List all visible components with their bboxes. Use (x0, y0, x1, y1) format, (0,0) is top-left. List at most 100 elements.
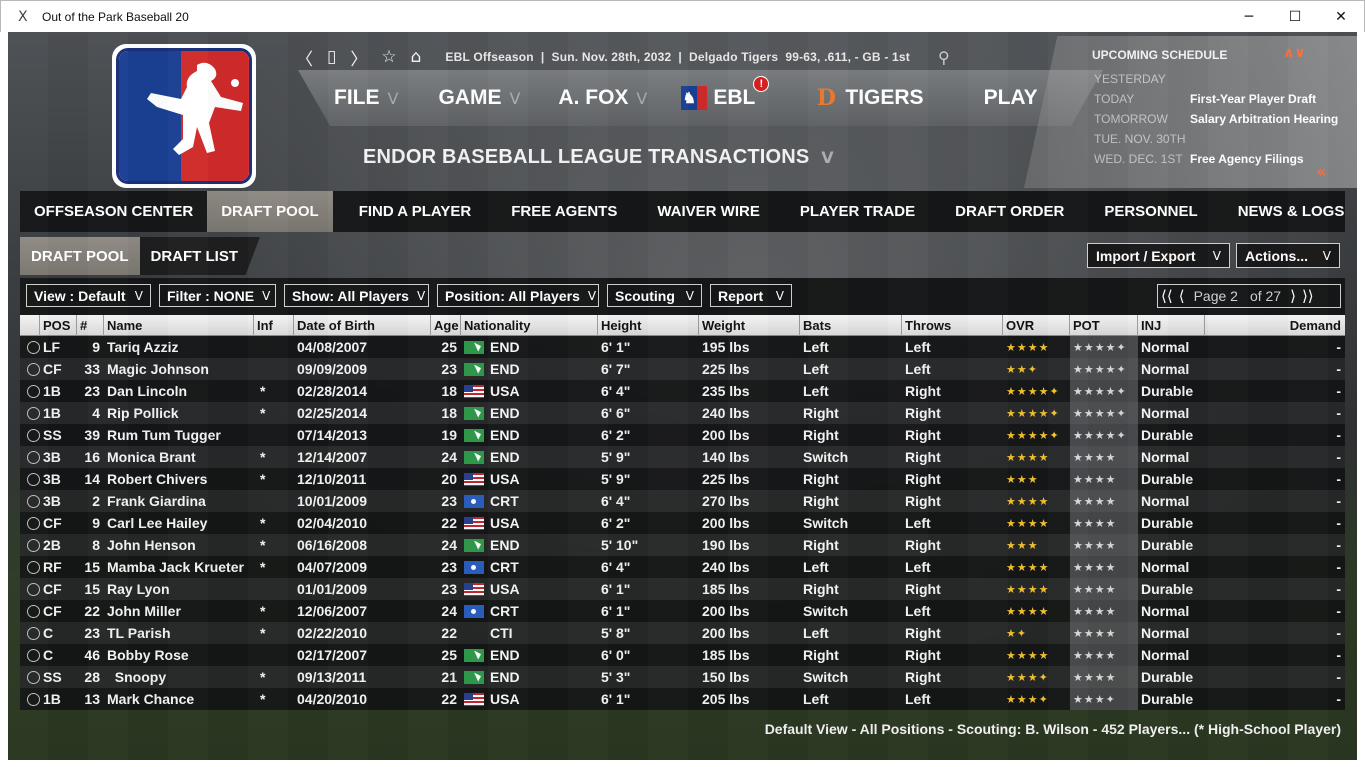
column-header-bats[interactable]: Bats (800, 314, 902, 336)
schedule-scroll-arrows[interactable]: ∧∨ (1283, 45, 1306, 61)
radio-icon[interactable] (27, 428, 40, 442)
filter-dropdown[interactable]: Filter : NONE V (159, 284, 276, 307)
row-select-radio[interactable] (20, 380, 40, 402)
table-row[interactable]: CF 9 Carl Lee Hailey * 02/04/2010 22 USA 6' 2" 2… (20, 512, 1345, 534)
report-dropdown[interactable]: Report V (710, 284, 792, 307)
column-header-height[interactable]: Height (598, 314, 699, 336)
table-row[interactable]: CF 33 Magic Johnson 09/09/2009 23 END 6' 7" 225… (20, 358, 1345, 380)
next-page-icon[interactable]: ⟩ (1287, 287, 1299, 305)
menu-team[interactable]: D TIGERS (813, 85, 924, 111)
row-select-radio[interactable] (20, 622, 40, 644)
row-select-radio[interactable] (20, 666, 40, 688)
cell-name[interactable]: Tariq Azziz (104, 336, 254, 358)
radio-icon[interactable] (27, 340, 40, 354)
radio-icon[interactable] (27, 516, 40, 530)
cell-name[interactable]: Rum Tum Tugger (104, 424, 254, 446)
column-header-num[interactable]: # (77, 314, 104, 336)
forward-icon[interactable]: 〉 (350, 45, 367, 70)
column-header-demand[interactable]: Demand (1205, 315, 1345, 336)
tab-waiver-wire[interactable]: WAIVER WIRE (643, 191, 774, 232)
radio-icon[interactable] (27, 604, 40, 618)
column-header-pos[interactable]: POS (40, 314, 77, 336)
cell-name[interactable]: Mamba Jack Krueter (104, 556, 254, 578)
subtab-draft-list[interactable]: DRAFT LIST (139, 237, 260, 275)
cell-name[interactable]: Carl Lee Hailey (104, 512, 254, 534)
radio-icon[interactable] (27, 406, 40, 420)
column-header-name[interactable]: Name (104, 314, 254, 336)
close-button[interactable]: ✕ (1318, 1, 1364, 33)
maximize-button[interactable]: ☐ (1272, 1, 1318, 33)
menu-file[interactable]: FILE V (334, 86, 398, 110)
cell-name[interactable]: John Miller (104, 600, 254, 622)
radio-icon[interactable] (27, 648, 40, 662)
cell-name[interactable]: Robert Chivers (104, 468, 254, 490)
search-icon[interactable]: ⚲ (938, 48, 950, 67)
last-page-icon[interactable]: ⟩⟩ (1299, 287, 1317, 305)
row-select-radio[interactable] (20, 688, 40, 710)
radio-icon[interactable] (27, 362, 40, 376)
radio-icon[interactable] (27, 538, 40, 552)
tab-personnel[interactable]: PERSONNEL (1090, 191, 1211, 232)
tab-find-a-player[interactable]: FIND A PLAYER (345, 191, 486, 232)
page-icon[interactable]: ▯ (327, 47, 336, 67)
show-dropdown[interactable]: Show: All Players V (284, 284, 429, 307)
column-header-ovr[interactable]: OVR (1003, 314, 1070, 336)
radio-icon[interactable] (27, 670, 40, 684)
column-header-inj[interactable]: INJ (1138, 314, 1205, 336)
radio-icon[interactable] (27, 494, 40, 508)
actions-button[interactable]: Actions... V (1236, 243, 1340, 268)
table-row[interactable]: C 23 TL Parish * 02/22/2010 22 CTI 5' 8" 200 lbs… (20, 622, 1345, 644)
alert-badge[interactable]: ! (753, 76, 770, 92)
table-row[interactable]: C 46 Bobby Rose 02/17/2007 25 END 6' 0" 185 lbs… (20, 644, 1345, 666)
row-select-radio[interactable] (20, 578, 40, 600)
radio-icon[interactable] (27, 472, 40, 486)
column-header-weight[interactable]: Weight (699, 314, 800, 336)
cell-name[interactable]: Magic Johnson (104, 358, 254, 380)
tab-offseason-center[interactable]: OFFSEASON CENTER (20, 191, 207, 232)
column-header-select[interactable] (20, 314, 40, 336)
column-header-nationality[interactable]: Nationality (461, 314, 598, 336)
row-select-radio[interactable] (20, 556, 40, 578)
radio-icon[interactable] (27, 384, 40, 398)
subtab-draft-pool[interactable]: DRAFT POOL (20, 237, 140, 275)
radio-icon[interactable] (27, 450, 40, 464)
table-row[interactable]: 1B 4 Rip Pollick * 02/25/2014 18 END 6' 6" 240 l… (20, 402, 1345, 424)
table-row[interactable]: 1B 13 Mark Chance * 04/20/2010 22 USA 6' 1" 205 … (20, 688, 1345, 710)
page-title[interactable]: ENDOR BASEBALL LEAGUE TRANSACTIONS V (363, 146, 834, 169)
tab-draft-pool[interactable]: DRAFT POOL (207, 191, 333, 232)
column-header-age[interactable]: Age (431, 314, 461, 336)
row-select-radio[interactable] (20, 490, 40, 512)
row-select-radio[interactable] (20, 336, 40, 358)
table-row[interactable]: RF 15 Mamba Jack Krueter * 04/07/2009 23 CRT 6'… (20, 556, 1345, 578)
menu-game[interactable]: GAME V (438, 86, 520, 110)
table-row[interactable]: CF 15 Ray Lyon 01/01/2009 23 USA 6' 1" 185 lbs R… (20, 578, 1345, 600)
menu-play[interactable]: PLAY (984, 86, 1038, 110)
menu-league[interactable]: ♞ EBL ! (681, 76, 770, 110)
column-header-inf[interactable]: Inf (254, 314, 294, 336)
cell-name[interactable]: Rip Pollick (104, 402, 254, 424)
table-row[interactable]: CF 22 John Miller * 12/06/2007 24 CRT 6' 1" 200 … (20, 600, 1345, 622)
row-select-radio[interactable] (20, 402, 40, 424)
row-select-radio[interactable] (20, 534, 40, 556)
column-header-dob[interactable]: Date of Birth (294, 314, 431, 336)
star-icon[interactable]: ☆ (381, 47, 396, 67)
radio-icon[interactable] (27, 626, 40, 640)
row-select-radio[interactable] (20, 600, 40, 622)
table-row[interactable]: 3B 14 Robert Chivers * 12/10/2011 20 USA 5' 9" 2… (20, 468, 1345, 490)
row-select-radio[interactable] (20, 446, 40, 468)
back-icon[interactable]: 〈 (296, 45, 313, 70)
cell-name[interactable]: Frank Giardina (104, 490, 254, 512)
import-export-button[interactable]: Import / Export V (1087, 243, 1230, 268)
minimize-button[interactable]: ─ (1226, 1, 1272, 33)
row-select-radio[interactable] (20, 424, 40, 446)
cell-name[interactable]: Mark Chance (104, 688, 254, 710)
cell-name[interactable]: Dan Lincoln (104, 380, 254, 402)
cell-name[interactable]: Bobby Rose (104, 644, 254, 666)
table-row[interactable]: LF 9 Tariq Azziz 04/08/2007 25 END 6' 1" 195 lb… (20, 336, 1345, 358)
tab-free-agents[interactable]: FREE AGENTS (497, 191, 631, 232)
table-row[interactable]: 3B 16 Monica Brant * 12/14/2007 24 END 5' 9" 140… (20, 446, 1345, 468)
collapse-schedule-icon[interactable]: « (1316, 162, 1326, 181)
menu-manager[interactable]: A. FOX V (558, 86, 647, 110)
cell-name[interactable]: Ray Lyon (104, 578, 254, 600)
row-select-radio[interactable] (20, 512, 40, 534)
